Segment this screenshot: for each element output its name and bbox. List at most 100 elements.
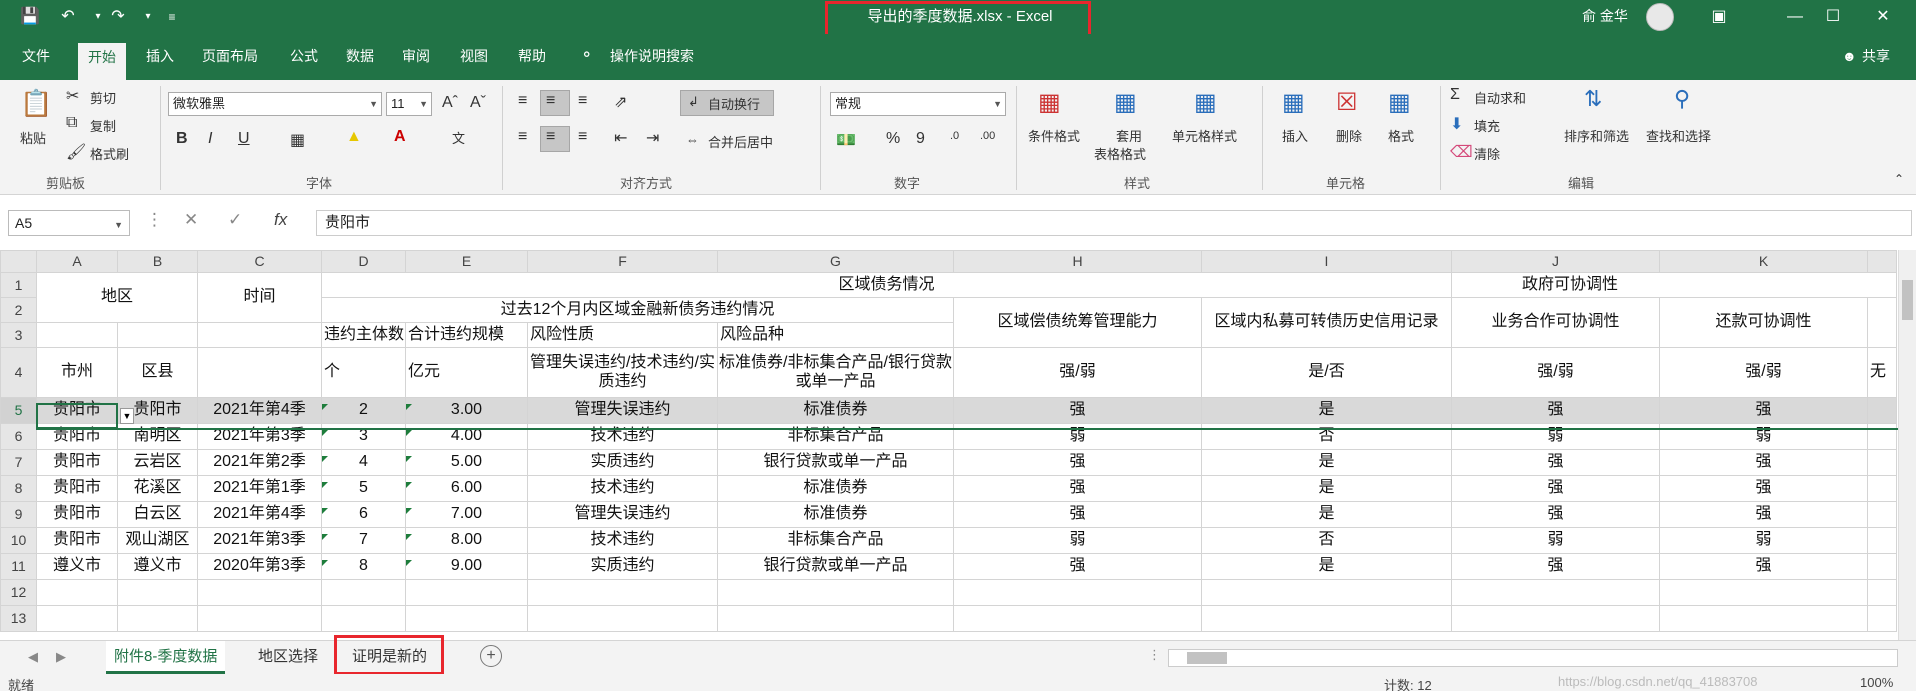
row-header[interactable]: 4: [0, 347, 37, 398]
find-select-icon[interactable]: ⚲: [1674, 86, 1690, 112]
row-header[interactable]: 2: [0, 297, 37, 323]
align-bottom-icon[interactable]: ≡: [578, 92, 587, 110]
risk-type-options[interactable]: 标准债券/非标集合产品/银行贷款或单一产品: [717, 347, 954, 398]
orientation-icon[interactable]: ⇗: [614, 92, 627, 112]
cell[interactable]: 2021年第1季: [197, 475, 322, 502]
insert-cells-button[interactable]: 插入: [1282, 126, 1308, 145]
name-box[interactable]: A5 ▼: [8, 210, 130, 236]
cell[interactable]: [36, 579, 118, 606]
cut-icon[interactable]: ✂: [66, 86, 79, 106]
column-header[interactable]: I: [1201, 250, 1452, 273]
cell[interactable]: [197, 605, 322, 632]
vertical-scrollbar[interactable]: [1898, 250, 1916, 644]
unit-amount[interactable]: 亿元: [405, 347, 528, 398]
autosum-icon[interactable]: Σ: [1450, 86, 1460, 104]
cell[interactable]: 标准债券: [717, 475, 954, 502]
column-header[interactable]: D: [321, 250, 406, 273]
borders-icon[interactable]: ▦: [290, 130, 305, 150]
cell[interactable]: [717, 579, 954, 606]
cell[interactable]: 管理失误违约: [527, 501, 718, 528]
private-convert-header[interactable]: 区域内私募可转债历史信用记录: [1201, 297, 1452, 348]
cell[interactable]: 是: [1201, 501, 1452, 528]
partial-label[interactable]: 无: [1867, 347, 1897, 398]
close-icon[interactable]: ✕: [1860, 0, 1906, 34]
undo-dropdown-icon[interactable]: ▾: [88, 7, 108, 27]
increase-indent-icon[interactable]: ⇥: [646, 128, 659, 148]
cell[interactable]: 银行贷款或单一产品: [717, 553, 954, 580]
insert-cells-icon[interactable]: ▦: [1282, 88, 1305, 117]
share-button[interactable]: 共享: [1858, 44, 1894, 68]
horizontal-scrollbar[interactable]: [1168, 649, 1898, 667]
delete-cells-icon[interactable]: ☒: [1336, 88, 1358, 117]
row-header[interactable]: 10: [0, 527, 37, 554]
repay-coord-header[interactable]: 还款可协调性: [1659, 297, 1868, 348]
column-header[interactable]: A: [36, 250, 118, 273]
conditional-format-button[interactable]: 条件格式: [1028, 126, 1080, 145]
cell[interactable]: 是: [1201, 475, 1452, 502]
autosum-button[interactable]: 自动求和: [1474, 88, 1526, 107]
column-header[interactable]: J: [1451, 250, 1660, 273]
redo-dropdown-icon[interactable]: ▾: [138, 7, 158, 27]
cell[interactable]: 遵义市: [36, 553, 118, 580]
cell[interactable]: [1201, 605, 1452, 632]
cell[interactable]: [117, 579, 198, 606]
cell[interactable]: 强: [1659, 475, 1868, 502]
cell[interactable]: [321, 579, 406, 606]
cell[interactable]: 2021年第4季: [197, 501, 322, 528]
tab-home[interactable]: 开始: [78, 43, 126, 80]
cell[interactable]: [197, 579, 322, 606]
risk-nature-header[interactable]: 风险性质: [527, 322, 718, 348]
tab-page-layout[interactable]: 页面布局: [198, 44, 262, 68]
cell[interactable]: [953, 605, 1202, 632]
cell[interactable]: 实质违约: [527, 553, 718, 580]
cell[interactable]: 标准债券: [717, 501, 954, 528]
save-icon[interactable]: 💾: [20, 7, 40, 27]
splitter-icon[interactable]: ⋮: [1148, 647, 1161, 663]
maximize-icon[interactable]: ☐: [1810, 0, 1856, 34]
cell[interactable]: 强: [953, 397, 1202, 424]
sheet-tab-quarterly[interactable]: 附件8-季度数据: [106, 641, 226, 674]
prev-sheet-icon[interactable]: ◀: [28, 649, 38, 665]
cell[interactable]: 强: [953, 501, 1202, 528]
column-header[interactable]: B: [117, 250, 198, 273]
strong-weak-label[interactable]: 强/弱: [1451, 347, 1660, 398]
italic-button[interactable]: I: [208, 130, 212, 148]
number-format-select[interactable]: 常规 ▼: [830, 92, 1006, 116]
page-layout-icon[interactable]: ▦: [1470, 675, 1480, 688]
cancel-icon[interactable]: ✕: [184, 210, 198, 230]
cell[interactable]: 强: [1659, 397, 1868, 424]
unit-count[interactable]: 个: [321, 347, 406, 398]
cell[interactable]: 4: [321, 449, 406, 476]
cell[interactable]: 贵阳市: [36, 501, 118, 528]
row-header[interactable]: 6: [0, 423, 37, 450]
debt-situation-header[interactable]: 区域债务情况: [321, 272, 1452, 298]
clear-icon[interactable]: ⌫: [1450, 142, 1473, 162]
tell-me-search[interactable]: 操作说明搜索: [606, 44, 698, 68]
merge-center-button[interactable]: 合并后居中: [708, 132, 773, 151]
fill-button[interactable]: 填充: [1474, 116, 1500, 135]
accounting-format-icon[interactable]: 💵: [836, 130, 856, 150]
add-sheet-icon[interactable]: +: [480, 645, 502, 667]
cell[interactable]: [1867, 605, 1897, 632]
cell[interactable]: [1867, 527, 1897, 554]
conditional-format-icon[interactable]: ▦: [1038, 88, 1061, 117]
underline-button[interactable]: U: [238, 130, 250, 148]
cell[interactable]: 7: [321, 527, 406, 554]
cell[interactable]: 是: [1201, 553, 1452, 580]
tab-view[interactable]: 视图: [456, 44, 492, 68]
align-left-icon[interactable]: ≡: [518, 128, 527, 146]
row-header[interactable]: 13: [0, 605, 37, 632]
row-header[interactable]: 3: [0, 322, 37, 348]
cell[interactable]: [117, 605, 198, 632]
format-as-table-line1[interactable]: 套用: [1116, 126, 1142, 145]
strong-weak-label[interactable]: 强/弱: [1659, 347, 1868, 398]
cell[interactable]: [1867, 475, 1897, 502]
font-size-select[interactable]: 11 ▼: [386, 92, 432, 116]
cell[interactable]: [1867, 501, 1897, 528]
cell[interactable]: 是: [1201, 449, 1452, 476]
wrap-text-button[interactable]: 自动换行: [708, 94, 760, 113]
tab-insert[interactable]: 插入: [142, 44, 178, 68]
cell[interactable]: 6.00: [405, 475, 528, 502]
paste-icon[interactable]: 📋: [20, 88, 52, 124]
risk-nature-options[interactable]: 管理失误违约/技术违约/实质违约: [527, 347, 718, 398]
